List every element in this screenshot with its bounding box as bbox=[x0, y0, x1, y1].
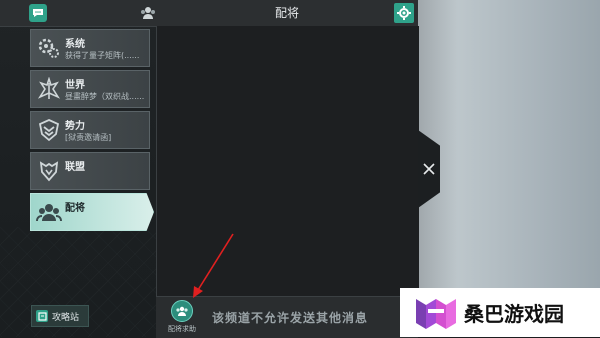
team-icon bbox=[35, 198, 63, 226]
sidebar-item-faction[interactable]: 势力 [狱责邀请函] bbox=[30, 111, 150, 149]
chat-icon[interactable] bbox=[29, 4, 47, 22]
sidebar-item-title: 系统 bbox=[65, 39, 85, 50]
watermark-text: 桑巴游戏园 bbox=[464, 302, 564, 326]
channel-restriction-message: 该频道不允许发送其他消息 bbox=[212, 311, 369, 325]
page-title: 配将 bbox=[274, 6, 299, 20]
team-help-icon bbox=[171, 300, 193, 322]
strategy-site-label: 攻略站 bbox=[52, 312, 80, 323]
bottom-input-bar: 配将求助 该频道不允许发送其他消息 bbox=[156, 296, 418, 338]
book-icon bbox=[36, 310, 48, 322]
blurred-background bbox=[418, 0, 600, 337]
team-help-label: 配将求助 bbox=[168, 325, 196, 333]
sidebar-item-title: 世界 bbox=[65, 80, 85, 91]
close-icon bbox=[423, 163, 435, 175]
sidebar-item-subtitle: 昼畫醉梦（双织战...... bbox=[65, 92, 145, 101]
sidebar-item-title: 势力 bbox=[65, 121, 85, 132]
alliance-icon bbox=[35, 157, 63, 185]
gear-cluster-icon bbox=[35, 34, 63, 62]
sidebar-item-subtitle: [狱责邀请函] bbox=[65, 133, 112, 142]
faction-shield-icon bbox=[35, 116, 63, 144]
top-bar: 配将 bbox=[0, 0, 418, 27]
group-icon[interactable] bbox=[139, 4, 157, 22]
watermark: 桑巴游戏园 bbox=[400, 288, 600, 337]
sidebar-item-title: 联盟 bbox=[65, 162, 85, 173]
world-icon bbox=[35, 75, 63, 103]
watermark-logo-icon bbox=[416, 298, 456, 329]
sidebar-item-title: 配将 bbox=[65, 203, 85, 214]
settings-gear-icon[interactable] bbox=[394, 3, 414, 23]
sidebar-item-team[interactable]: 配将 bbox=[30, 193, 154, 231]
sidebar-item-world[interactable]: 世界 昼畫醉梦（双织战...... bbox=[30, 70, 150, 108]
chat-message-area bbox=[156, 26, 419, 296]
sidebar-item-alliance[interactable]: 联盟 bbox=[30, 152, 150, 190]
team-help-button[interactable]: 配将求助 bbox=[164, 300, 200, 336]
strategy-site-button[interactable]: 攻略站 bbox=[31, 305, 89, 327]
sidebar-item-system[interactable]: 系统 获得了量子矩阵(...... bbox=[30, 29, 150, 67]
sidebar-item-subtitle: 获得了量子矩阵(...... bbox=[65, 51, 140, 60]
